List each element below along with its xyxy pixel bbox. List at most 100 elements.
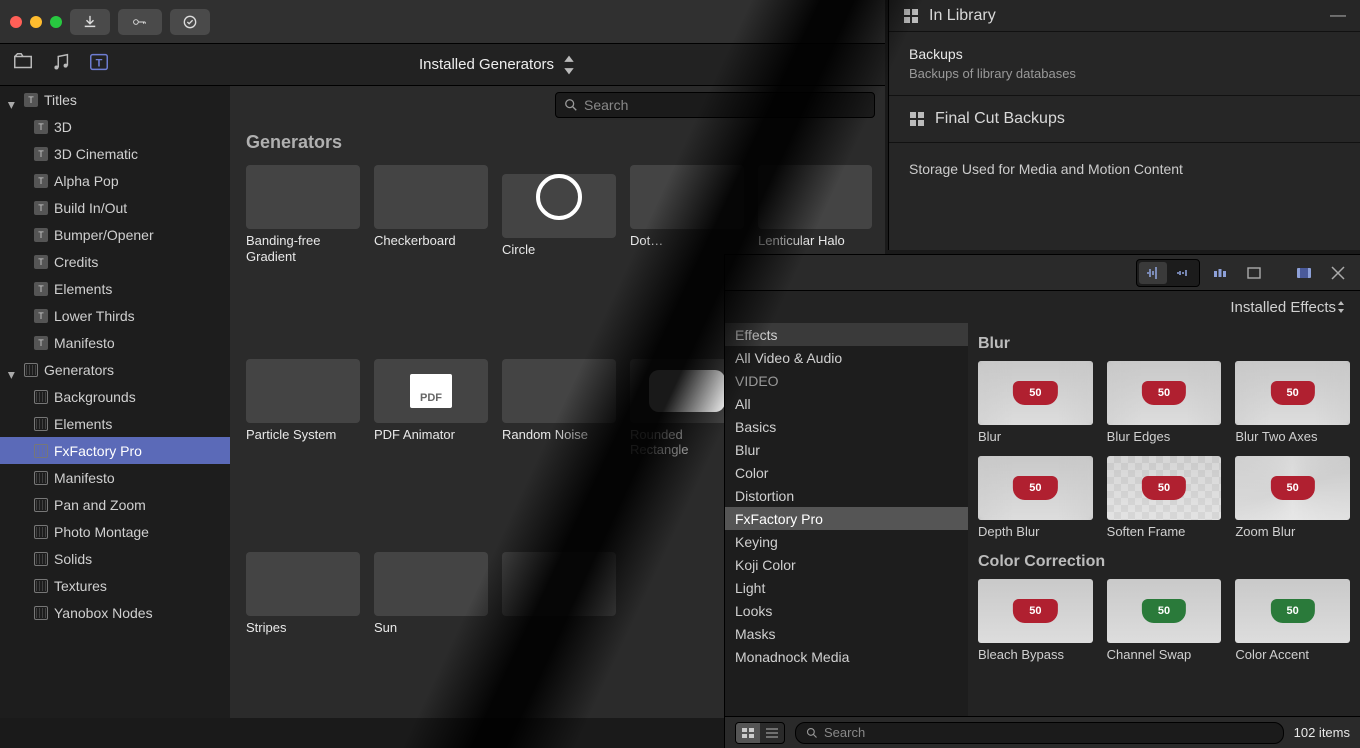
import-button[interactable] [70, 9, 110, 35]
sidebar-title-item[interactable]: TCredits [0, 248, 230, 275]
library-header-row[interactable]: In Library — [889, 0, 1360, 32]
effects-sidebar-item[interactable]: All Video & Audio [725, 346, 968, 369]
keyword-button[interactable] [118, 9, 162, 35]
titles-generators-icon[interactable]: T [88, 51, 110, 78]
sidebar-generator-item[interactable]: Backgrounds [0, 383, 230, 410]
sidebar-generator-item[interactable]: Pan and Zoom [0, 491, 230, 518]
effect-thumbnail[interactable]: Zoom Blur [1235, 456, 1350, 539]
storage-used-label: Storage Used for Media and Motion Conten… [889, 143, 1360, 195]
fcp-backups-row[interactable]: Final Cut Backups [889, 96, 1360, 143]
generator-thumbnail[interactable]: Sun [374, 552, 488, 714]
effects-category-header: Color Correction [978, 553, 1350, 571]
effects-sidebar-item[interactable]: All [725, 392, 968, 415]
effects-sidebar-item[interactable]: Color [725, 461, 968, 484]
generator-thumbnail[interactable]: Checkerboard [374, 165, 488, 343]
sidebar-generators-header[interactable]: Generators [0, 356, 230, 383]
checkmark-circle-icon [183, 15, 197, 29]
effect-preview [978, 579, 1093, 643]
sidebar-item-label: Build In/Out [54, 200, 127, 216]
color-scopes-icon[interactable] [1206, 262, 1234, 284]
sidebar-generator-item[interactable]: FxFactory Pro [0, 437, 230, 464]
generators-category-icon [24, 363, 38, 377]
effect-thumbnail[interactable]: Blur Edges [1107, 361, 1222, 444]
effect-thumbnail[interactable]: Bleach Bypass [978, 579, 1093, 662]
effect-preview [978, 361, 1093, 425]
effects-sidebar-item[interactable]: Keying [725, 530, 968, 553]
sidebar-title-item[interactable]: T3D [0, 113, 230, 140]
generator-thumbnail[interactable]: Random Noise [502, 359, 616, 537]
sidebar-generator-item[interactable]: Elements [0, 410, 230, 437]
minimize-window-button[interactable] [30, 16, 42, 28]
effects-toolbar [725, 255, 1360, 291]
sidebar-generator-item[interactable]: Solids [0, 545, 230, 572]
sidebar-title-item[interactable]: TBumper/Opener [0, 221, 230, 248]
generator-caption: Dot… [630, 233, 744, 249]
backups-subtitle: Backups of library databases [909, 66, 1340, 81]
sidebar-title-item[interactable]: TElements [0, 275, 230, 302]
effects-search-input[interactable]: Search [795, 722, 1284, 744]
audio-meter-segment[interactable] [1136, 259, 1200, 287]
effects-sidebar-item[interactable]: Light [725, 576, 968, 599]
sidebar-titles-header[interactable]: TTitles [0, 86, 230, 113]
collapse-icon[interactable]: — [1330, 7, 1346, 25]
effects-sidebar-item[interactable]: Basics [725, 415, 968, 438]
sidebar-title-item[interactable]: TAlpha Pop [0, 167, 230, 194]
effects-sidebar-item: VIDEO [725, 369, 968, 392]
effects-sidebar-item[interactable]: Koji Color [725, 553, 968, 576]
disclosure-triangle-icon[interactable] [8, 95, 18, 105]
effect-preview [978, 456, 1093, 520]
media-browser-icon[interactable] [12, 51, 34, 78]
browser-scope-dropdown[interactable]: Installed Generators [419, 54, 580, 76]
generator-thumbnail[interactable] [502, 552, 616, 714]
transitions-icon[interactable] [1324, 262, 1352, 284]
sidebar-generator-item[interactable]: Manifesto [0, 464, 230, 491]
effects-sidebar-item[interactable]: Distortion [725, 484, 968, 507]
zoom-window-button[interactable] [50, 16, 62, 28]
generators-search-input[interactable]: Search [555, 92, 875, 118]
effect-thumbnail[interactable]: Blur [978, 361, 1093, 444]
effect-thumbnail[interactable]: Blur Two Axes [1235, 361, 1350, 444]
audio-browser-icon[interactable] [50, 51, 72, 78]
titles-generators-sidebar[interactable]: TTitlesT3DT3D CinematicTAlpha PopTBuild … [0, 86, 230, 718]
view-mode-toggle[interactable] [735, 722, 785, 744]
generator-thumbnail[interactable]: Banding-free Gradient [246, 165, 360, 343]
effect-thumbnail[interactable]: Channel Swap [1107, 579, 1222, 662]
disclosure-triangle-icon[interactable] [8, 365, 18, 375]
effects-sidebar-item[interactable]: Monadnock Media [725, 645, 968, 668]
titles-category-icon: T [24, 93, 38, 107]
sidebar-title-item[interactable]: T3D Cinematic [0, 140, 230, 167]
sidebar-generator-item[interactable]: Photo Montage [0, 518, 230, 545]
generator-caption: Lenticular Halo [758, 233, 872, 249]
generator-thumbnail[interactable]: Particle System [246, 359, 360, 537]
effects-sidebar-item[interactable]: Blur [725, 438, 968, 461]
title-item-icon: T [34, 282, 48, 296]
generator-caption: Random Noise [502, 427, 616, 443]
generators-section-header: Generators [230, 124, 885, 161]
sidebar-generator-item[interactable]: Yanobox Nodes [0, 599, 230, 626]
effects-scope-dropdown[interactable]: Installed Effects [725, 291, 1360, 323]
key-icon [133, 15, 147, 29]
sidebar-generator-item[interactable]: Textures [0, 572, 230, 599]
effects-sidebar-item[interactable]: Looks [725, 599, 968, 622]
clip-effects-icon[interactable] [1290, 262, 1318, 284]
effects-browser-panel: Installed Effects EffectsAll Video & Aud… [724, 254, 1360, 748]
effect-thumbnail[interactable]: Color Accent [1235, 579, 1350, 662]
effects-sidebar-item[interactable]: FxFactory Pro [725, 507, 968, 530]
effects-sidebar-item[interactable]: Masks [725, 622, 968, 645]
generator-thumbnail[interactable]: Circle [502, 165, 616, 343]
effect-thumbnail[interactable]: Soften Frame [1107, 456, 1222, 539]
background-tasks-button[interactable] [170, 9, 210, 35]
generator-thumbnail[interactable]: Stripes [246, 552, 360, 714]
effects-sidebar[interactable]: EffectsAll Video & AudioVIDEOAllBasicsBl… [725, 323, 968, 716]
thumbnail-icon[interactable] [1240, 262, 1268, 284]
effect-caption: Bleach Bypass [978, 647, 1093, 662]
sidebar-item-label: 3D [54, 119, 72, 135]
sidebar-title-item[interactable]: TLower Thirds [0, 302, 230, 329]
generator-thumbnail[interactable]: PDF Animator [374, 359, 488, 537]
generator-preview [246, 165, 360, 229]
sidebar-title-item[interactable]: TBuild In/Out [0, 194, 230, 221]
sidebar-title-item[interactable]: TManifesto [0, 329, 230, 356]
sidebar-item-label: Bumper/Opener [54, 227, 154, 243]
effect-thumbnail[interactable]: Depth Blur [978, 456, 1093, 539]
close-window-button[interactable] [10, 16, 22, 28]
